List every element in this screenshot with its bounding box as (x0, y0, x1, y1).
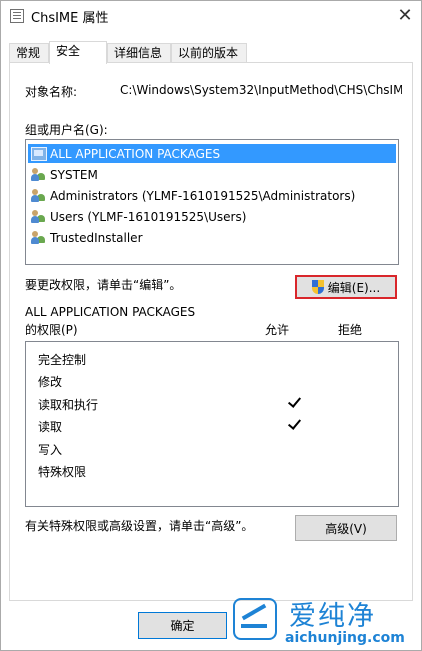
ok-button[interactable]: 确定 (138, 612, 227, 639)
list-item-administrators[interactable]: Administrators (YLMF-1610191525\Administ… (28, 186, 396, 205)
permission-row: 读取和执行 (38, 393, 388, 415)
edit-button[interactable]: 编辑(E)... (295, 275, 397, 299)
window-title: ChsIME 属性 (31, 11, 109, 26)
package-icon (31, 146, 47, 161)
permission-name: 完全控制 (38, 353, 87, 367)
tab-details[interactable]: 详细信息 (107, 43, 171, 63)
groups-list[interactable]: ALL APPLICATION PACKAGES SYSTEM Administ… (25, 139, 399, 265)
allow-check-icon (288, 415, 302, 433)
tab-security[interactable]: 安全 (49, 41, 107, 64)
brand-logo-icon (233, 598, 277, 640)
list-item-users[interactable]: Users (YLMF-1610191525\Users) (28, 207, 396, 226)
watermark: 爱纯净 aichunjing.com (223, 592, 419, 650)
users-icon (31, 209, 47, 224)
deny-column-header: 拒绝 (338, 323, 363, 337)
list-item-all-application-packages[interactable]: ALL APPLICATION PACKAGES (28, 144, 396, 163)
tab-previous-versions[interactable]: 以前的版本 (171, 43, 247, 63)
edit-hint: 要更改权限，请单击“编辑”。 (25, 278, 182, 292)
users-icon (31, 188, 47, 203)
object-name-label: 对象名称: (25, 85, 78, 99)
advanced-button[interactable]: 高级(V) (295, 515, 397, 541)
group-name: SYSTEM (50, 167, 98, 182)
permission-row: 修改 (38, 370, 388, 392)
edit-button-label: 编辑(E)... (327, 280, 381, 295)
advanced-hint: 有关特殊权限或高级设置，请单击“高级”。 (25, 519, 254, 533)
permission-row: 特殊权限 (38, 460, 388, 482)
allow-column-header: 允许 (265, 323, 290, 337)
object-name-value: C:\Windows\System32\InputMethod\CHS\ChsI… (120, 83, 402, 97)
permission-name: 修改 (38, 375, 63, 389)
group-name: Users (YLMF-1610191525\Users) (50, 209, 247, 224)
list-item-system[interactable]: SYSTEM (28, 165, 396, 184)
edit-button-content: 编辑(E)... (311, 279, 381, 296)
properties-dialog: ChsIME 属性 ✕ 常规 安全 详细信息 以前的版本 对象名称: C:\Wi… (0, 0, 422, 651)
watermark-url: aichunjing.com (285, 630, 405, 646)
permission-name: 读取 (38, 420, 63, 434)
permissions-list[interactable]: 完全控制 修改 读取和执行 读取 写入 特殊权限 (25, 341, 399, 507)
watermark-brand: 爱纯净 (289, 601, 376, 632)
group-name: TrustedInstaller (50, 230, 143, 245)
title-bar: ChsIME 属性 ✕ (1, 1, 421, 31)
list-item-trustedinstaller[interactable]: TrustedInstaller (28, 228, 396, 247)
file-icon (10, 9, 24, 23)
permission-row: 读取 (38, 415, 388, 437)
users-icon (31, 167, 47, 182)
security-panel: 对象名称: C:\Windows\System32\InputMethod\CH… (9, 62, 413, 601)
permission-name: 特殊权限 (38, 465, 87, 479)
group-name: ALL APPLICATION PACKAGES (50, 146, 221, 161)
close-button[interactable]: ✕ (389, 1, 421, 29)
uac-shield-icon (311, 280, 324, 294)
permission-name: 写入 (38, 443, 63, 457)
tab-general[interactable]: 常规 (9, 43, 49, 63)
users-icon (31, 230, 47, 245)
permission-row: 完全控制 (38, 348, 388, 370)
permission-row: 写入 (38, 438, 388, 460)
permissions-principal: ALL APPLICATION PACKAGES (25, 305, 196, 319)
groups-label: 组或用户名(G): (25, 123, 108, 137)
group-name: Administrators (YLMF-1610191525\Administ… (50, 188, 356, 203)
permissions-label: 的权限(P) (25, 323, 78, 337)
permission-name: 读取和执行 (38, 398, 99, 412)
allow-check-icon (288, 393, 302, 411)
